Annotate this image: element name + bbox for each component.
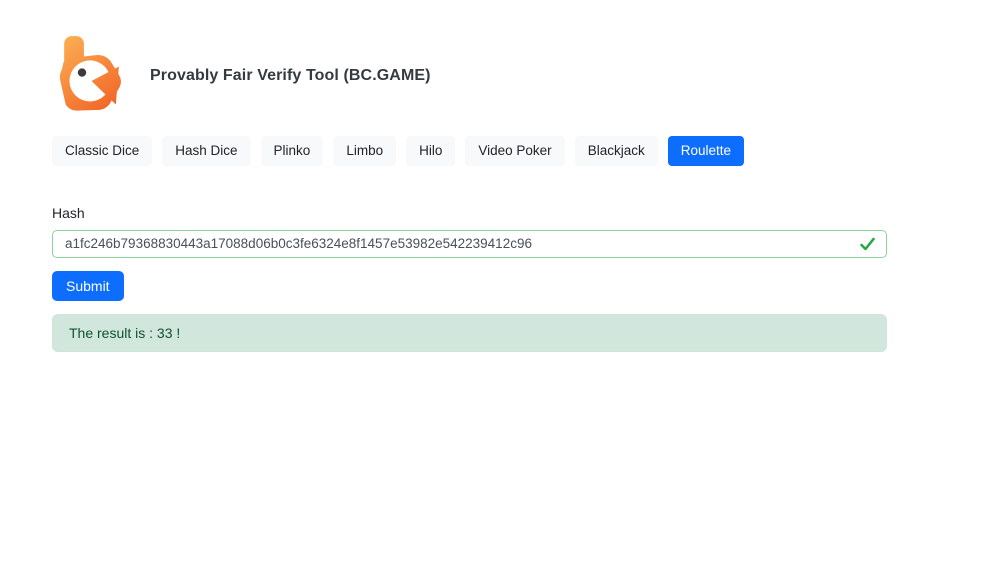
tab-roulette[interactable]: Roulette bbox=[668, 136, 744, 166]
game-tabs: Classic Dice Hash Dice Plinko Limbo Hilo… bbox=[52, 136, 887, 166]
page-title: Provably Fair Verify Tool (BC.GAME) bbox=[150, 67, 431, 85]
tab-hilo[interactable]: Hilo bbox=[406, 136, 455, 166]
tab-plinko[interactable]: Plinko bbox=[261, 136, 324, 166]
verify-section: Hash Submit The result is : 33 ! bbox=[52, 205, 887, 352]
tab-blackjack[interactable]: Blackjack bbox=[575, 136, 658, 166]
tab-limbo[interactable]: Limbo bbox=[333, 136, 396, 166]
tab-classic-dice[interactable]: Classic Dice bbox=[52, 136, 152, 166]
bcgame-logo-icon bbox=[52, 30, 128, 122]
hash-label: Hash bbox=[52, 205, 887, 221]
hash-input-wrap bbox=[52, 230, 887, 258]
header: Provably Fair Verify Tool (BC.GAME) bbox=[52, 30, 887, 122]
tab-hash-dice[interactable]: Hash Dice bbox=[162, 136, 250, 166]
tab-video-poker[interactable]: Video Poker bbox=[465, 136, 564, 166]
result-alert: The result is : 33 ! bbox=[52, 314, 887, 352]
hash-input[interactable] bbox=[52, 230, 887, 258]
submit-button[interactable]: Submit bbox=[52, 271, 124, 301]
page: Provably Fair Verify Tool (BC.GAME) Clas… bbox=[0, 0, 887, 352]
